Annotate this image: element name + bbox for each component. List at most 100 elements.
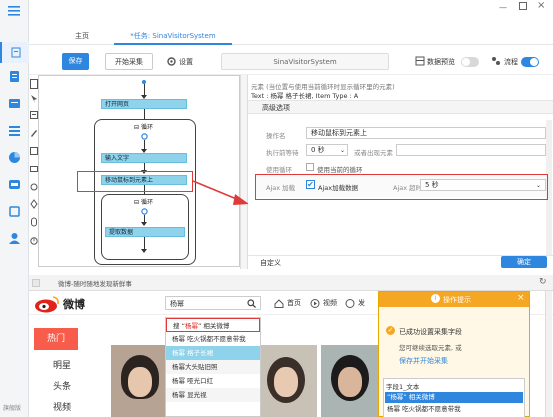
flow-tool-open-icon[interactable] [30,79,38,91]
panel-splitter[interactable] [240,75,248,269]
flow-toggle[interactable] [521,57,539,67]
weibo-logo-text: 微博 [63,298,85,311]
title-bar: — × 主页 *任务: SinaVisitorSystem [29,0,553,45]
flow-tool-extract-icon[interactable] [30,110,38,122]
photo-tile-1[interactable] [111,345,169,417]
advanced-label: 高级选项 [262,104,290,112]
data-preview-toggle[interactable] [461,57,479,67]
photo-tile-2[interactable] [255,345,317,417]
cloud-icon[interactable] [8,178,21,191]
tip-close-icon[interactable]: × [517,293,525,303]
menu-icon[interactable] [7,5,20,18]
custom-button[interactable]: 自定义 [260,258,281,268]
flow-tool-recognize-icon[interactable] [30,146,38,158]
settings-label[interactable]: 设置 [179,57,193,67]
flow-step-open-page[interactable]: 打开网页 [101,99,187,109]
maximize-icon[interactable] [519,2,527,10]
check-icon: ✓ [386,326,395,335]
flow-tool-mouse-icon[interactable] [30,217,38,229]
flow-loop-inner-label: ⊟ 循环 [134,199,153,206]
nav-home[interactable]: 首页 [287,298,301,308]
tip-message: 已成功设置采集字段 [399,328,462,336]
suggestion-0[interactable]: 搜 “杨幂” 相关微博 [166,318,260,332]
rail-item-task-active[interactable] [0,42,29,63]
preview-row-0[interactable]: “杨幂” 相关微博 [385,392,523,403]
flow-tool-input-icon[interactable] [30,128,38,140]
nav-headline[interactable]: 头条 [53,379,71,392]
suggestion-5[interactable]: 杨幂 显光视 [166,388,260,402]
weibo-logo-icon[interactable] [33,295,61,315]
browser-bar: 微博-随时随地发现新鲜事 ↻ [29,275,553,291]
save-button[interactable]: 保存 [62,53,89,70]
page-scrollbar[interactable] [545,291,552,417]
tab-home[interactable]: 主页 [59,28,105,45]
flow-tool-switch-icon[interactable] [30,164,38,176]
photo-tile-3[interactable] [321,345,379,417]
refresh-icon[interactable]: ↻ [539,277,547,287]
suggestion-2-selected[interactable]: 杨幂 格子长裙 [166,346,260,360]
tip-title: 操作提示 [443,296,471,304]
weibo-search-input[interactable]: 杨幂 [165,296,261,310]
preview-table: 字段1_文本 “杨幂” 相关微博 杨幂 吃火锅都不愿意带我 [383,378,525,417]
use-loop-checkbox[interactable] [306,163,314,171]
close-icon[interactable]: × [537,0,545,11]
user-icon[interactable] [8,232,21,245]
confirm-button[interactable]: 确定 [501,256,547,268]
page-icon [32,279,40,287]
gear-icon[interactable] [167,57,176,68]
web-page: 微博 杨幂 首页 视频 发 热门 明星 头条 视频 搜 “杨幂” 相关微博 杨幂… [29,291,553,417]
preview-field-header: 字段1_文本 [386,383,420,391]
flow-step-input-text[interactable]: 输入文字 [101,153,187,163]
properties-panel: 元素 (当位置与使用当前循环时显示循环里的元素) Text : 杨幂 格子长裙,… [248,75,553,269]
start-collect-button[interactable]: 开始采集 [105,53,153,70]
or-element-label: 或者出现元素 [354,149,393,157]
nav-video[interactable]: 视频 [323,298,337,308]
flow-tool-wait-icon[interactable] [30,236,38,248]
flow-icon [491,56,501,68]
list-icon[interactable] [8,70,21,83]
use-loop-label: 使用循环 [266,166,292,174]
flow-tool-loop-icon[interactable] [30,182,38,194]
before-wait-select[interactable]: 0 秒 ⌄ [306,144,348,156]
use-loop-check-label: 使用当前的循环 [317,166,363,174]
search-suggestions: 搜 “杨幂” 相关微博 杨幂 吃火锅都不愿意带我 杨幂 格子长裙 杨幂大头贴旧照… [165,317,261,417]
search-icon [247,299,256,308]
op-name-label: 操作名 [266,132,286,140]
flow-tool-branch-icon[interactable] [30,199,38,211]
advanced-header[interactable]: 高级选项 [248,100,553,114]
box-icon[interactable] [8,205,21,218]
nav-star[interactable]: 明星 [53,358,71,371]
preview-row-1[interactable]: 杨幂 吃火锅都不愿意带我 [385,404,523,415]
video-icon[interactable] [310,299,320,310]
suggestion-4[interactable]: 杨幂 哑光口红 [166,374,260,388]
grid-icon[interactable] [8,97,21,110]
flow-loop-outer-label: ⊟ 循环 [134,124,153,131]
data-preview-icon [415,56,425,68]
url-text[interactable]: 微博-随时随地发现新鲜事 [58,278,132,288]
element-text: Text : 杨幂 格子长裙, Item Type : A [251,92,359,100]
highlight-ajax [255,174,548,200]
task-name-field[interactable]: SinaVisitorSystem [221,53,389,70]
home-icon[interactable] [274,299,284,310]
nav-hot[interactable]: 热门 [34,328,78,350]
minimize-icon[interactable]: — [499,3,507,12]
red-arrow-icon [193,180,249,205]
flow-step-extract[interactable]: 提取数据 [105,227,185,237]
highlight-move-mouse [77,171,193,192]
save-and-start-link[interactable]: 保存并开始采集 [399,356,448,366]
suggestion-1[interactable]: 杨幂 吃火锅都不愿意带我 [166,332,260,346]
flow-tool-click-icon[interactable] [30,94,38,106]
op-name-input[interactable]: 移动鼠标到元素上 [306,127,546,139]
operation-tip-panel: i 操作提示 × ✓ 已成功设置采集字段 您可继续选取元素, 或 保存并开始采集… [378,291,530,417]
nav-video-side[interactable]: 视频 [53,400,71,413]
discover-icon[interactable] [345,299,355,310]
chart-pie-icon[interactable] [8,151,21,164]
nav-discover[interactable]: 发 [358,298,365,308]
table-icon[interactable] [8,124,21,137]
info-icon: i [431,294,440,303]
tip-header: i 操作提示 × [379,292,529,307]
suggestion-3[interactable]: 杨幂大头贴旧照 [166,360,260,374]
flow-label: 流程 [504,58,518,66]
or-element-input[interactable] [396,144,546,156]
tab-task[interactable]: *任务: SinaVisitorSystem [114,28,232,45]
